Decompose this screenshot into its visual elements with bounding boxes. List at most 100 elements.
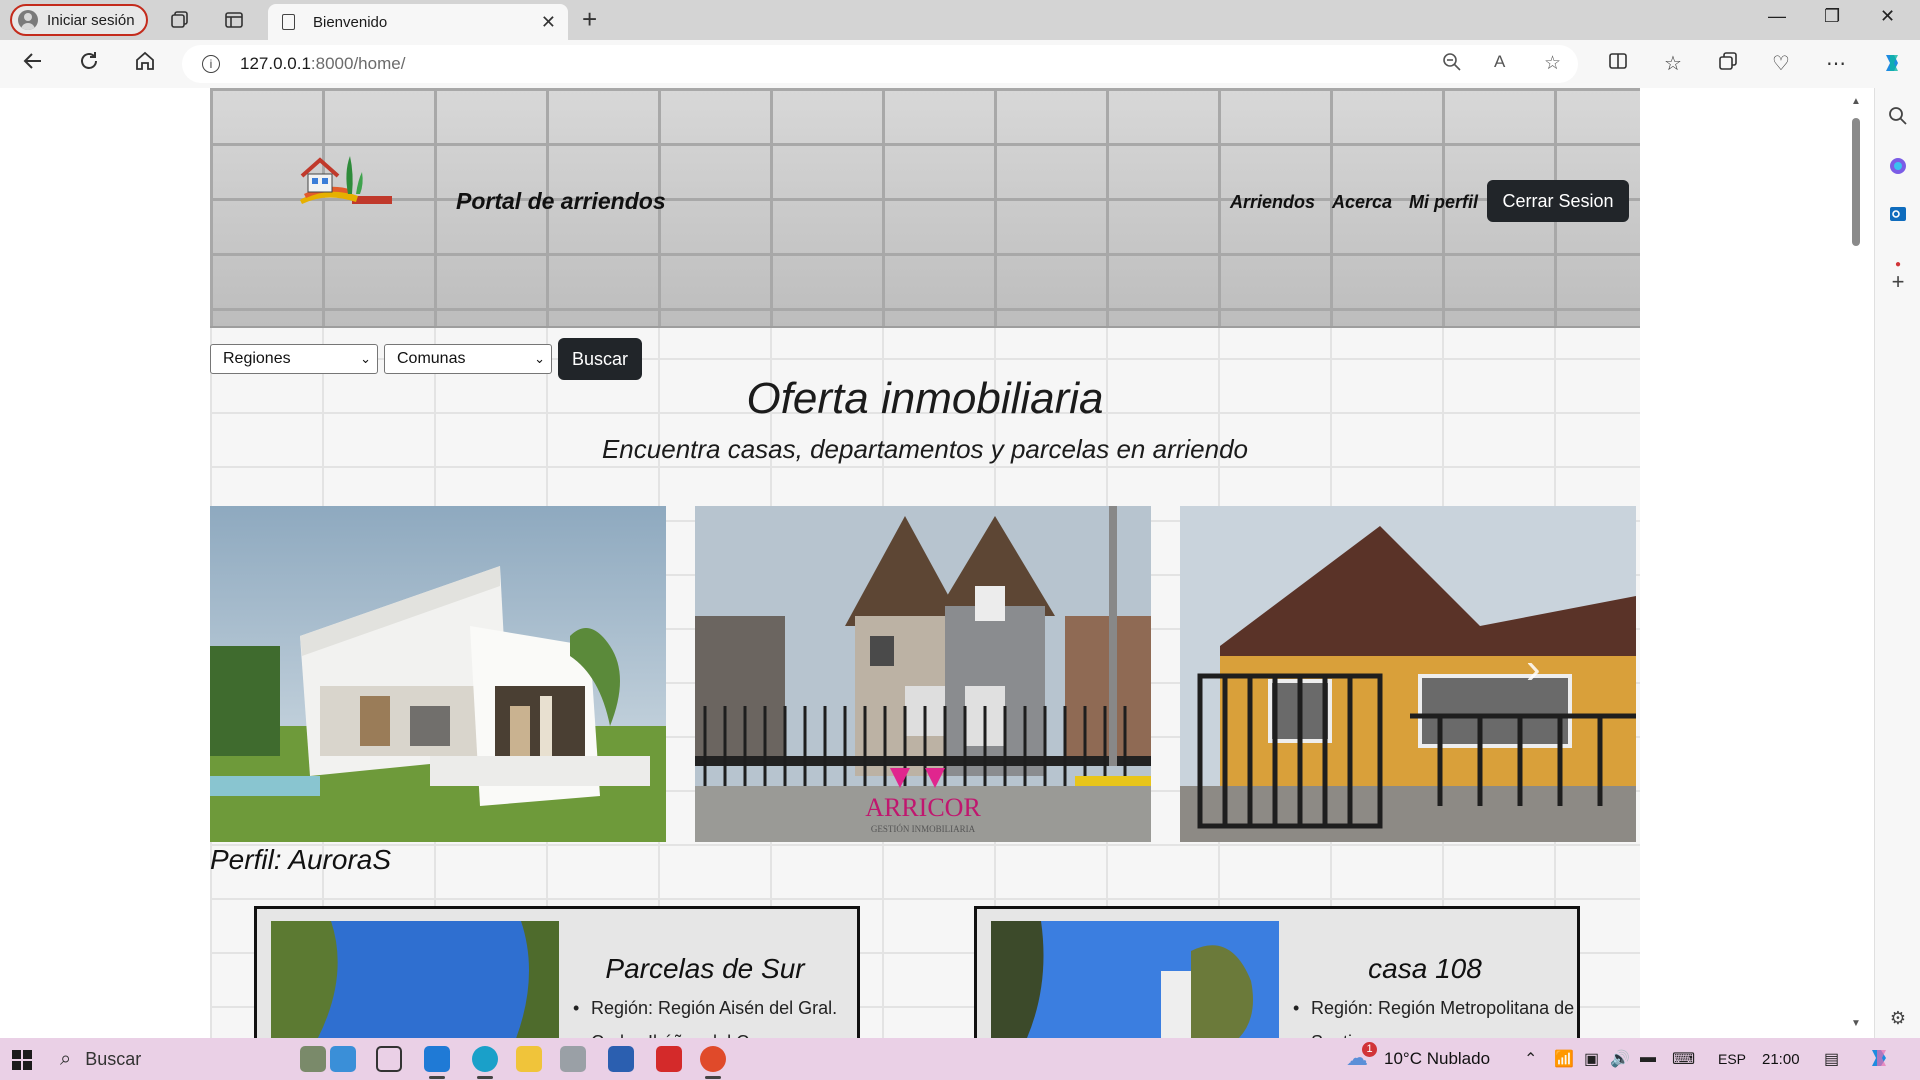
new-tab-icon[interactable]: + xyxy=(582,4,597,35)
keyboard-icon[interactable]: ⌨ xyxy=(1672,1049,1695,1069)
active-indicator xyxy=(705,1076,721,1079)
nav-link-acerca[interactable]: Acerca xyxy=(1332,192,1392,213)
close-window-icon[interactable]: ✕ xyxy=(1880,6,1895,27)
sidebar-settings-icon[interactable]: ⚙ xyxy=(1886,1006,1910,1030)
listing-title: casa 108 xyxy=(1368,953,1482,984)
url-path: :8000/home/ xyxy=(310,54,406,73)
site-title[interactable]: Portal de arriendos xyxy=(456,188,666,215)
browser-profile-button[interactable]: Iniciar sesión xyxy=(10,4,148,36)
minimize-icon[interactable]: — xyxy=(1768,6,1786,27)
page-heading: Oferta inmobiliaria xyxy=(746,374,1104,423)
volume-icon[interactable]: 🔊 xyxy=(1610,1049,1630,1069)
browser-address-bar: i 127.0.0.1:8000/home/ A ☆ ☆ ♡ ⋯ xyxy=(0,40,1920,88)
property-carousel: ARRICOR GESTIÓN INMOBILIARIA › xyxy=(210,506,1640,842)
sidebar-add-icon[interactable]: + xyxy=(1886,269,1910,294)
home-icon[interactable] xyxy=(134,50,156,78)
reload-icon[interactable] xyxy=(78,50,100,78)
file-explorer-icon[interactable] xyxy=(516,1046,542,1072)
taskbar-search[interactable]: ⌕ Buscar xyxy=(50,1042,340,1076)
tab-close-icon[interactable]: ✕ xyxy=(541,12,556,33)
logout-button[interactable]: Cerrar Sesion xyxy=(1487,180,1629,222)
listing-card[interactable]: casa 108 Región: Región Metropolitana de… xyxy=(974,906,1580,1038)
input-language[interactable]: ESP xyxy=(1718,1051,1746,1067)
sidebar-outlook-icon[interactable] xyxy=(1886,202,1910,226)
chevron-down-icon: ⌄ xyxy=(534,351,545,366)
tab-title: Bienvenido xyxy=(313,13,388,31)
site-info-icon[interactable]: i xyxy=(202,55,220,73)
tab-bienvenido[interactable]: Bienvenido ✕ xyxy=(268,4,568,40)
split-screen-icon[interactable] xyxy=(1608,51,1628,77)
collections-icon[interactable] xyxy=(1718,51,1738,77)
network-icon[interactable]: 📶 xyxy=(1554,1049,1574,1069)
copilot-icon[interactable] xyxy=(1880,51,1904,81)
workspaces-icon[interactable] xyxy=(168,8,192,32)
battery-icon[interactable]: ▬ xyxy=(1640,1049,1656,1067)
browser-essentials-icon[interactable]: ♡ xyxy=(1772,51,1790,76)
profile-username: Perfil: AuroraS xyxy=(210,844,392,875)
active-indicator xyxy=(429,1076,445,1079)
carousel-image-two-story-house: ARRICOR GESTIÓN INMOBILIARIA xyxy=(695,506,1151,842)
favorites-icon[interactable]: ☆ xyxy=(1664,51,1682,76)
listing-image[interactable] xyxy=(991,921,1279,1038)
url-field[interactable]: i 127.0.0.1:8000/home/ xyxy=(182,45,1578,83)
phone-link-icon[interactable]: ▣ xyxy=(1584,1049,1599,1069)
weather-badge: 1 xyxy=(1362,1042,1377,1057)
listing-details: Región: Región Aisén del Gral. Carlos Ib… xyxy=(573,991,863,1038)
profile-label: Iniciar sesión xyxy=(47,11,135,29)
store-icon[interactable] xyxy=(608,1046,634,1072)
page-viewport: Portal de arriendos Arriendos Acerca Mi … xyxy=(0,88,1874,1038)
search-icon: ⌕ xyxy=(60,1047,72,1070)
read-aloud-icon[interactable]: A xyxy=(1494,52,1505,72)
restore-icon[interactable]: ❐ xyxy=(1824,6,1840,27)
sidebar-search-icon[interactable] xyxy=(1886,104,1910,128)
maps-app-icon[interactable] xyxy=(330,1046,356,1072)
site-header: Portal de arriendos Arriendos Acerca Mi … xyxy=(210,88,1640,328)
listing-region: Región: Región Metropolitana de Santiago xyxy=(1293,991,1583,1038)
carousel-next-icon[interactable]: › xyxy=(1526,644,1541,694)
edge-sidebar: ● + ⚙ xyxy=(1874,88,1920,1038)
nav-link-mi-perfil[interactable]: Mi perfil xyxy=(1409,192,1478,213)
site-logo[interactable] xyxy=(296,154,392,210)
widgets-icon[interactable] xyxy=(300,1046,326,1072)
zoom-out-icon[interactable] xyxy=(1442,52,1462,78)
comuna-select[interactable]: Comunas ⌄ xyxy=(384,344,552,374)
page-container: Portal de arriendos Arriendos Acerca Mi … xyxy=(210,88,1640,1038)
arricor-watermark: ARRICOR xyxy=(865,793,981,822)
nav-link-arriendos[interactable]: Arriendos xyxy=(1230,192,1315,213)
task-view-icon[interactable] xyxy=(376,1046,402,1072)
copilot-taskbar-icon[interactable] xyxy=(1866,1045,1892,1076)
favorite-star-icon[interactable]: ☆ xyxy=(1544,52,1561,75)
scroll-up-icon[interactable]: ▲ xyxy=(1851,96,1861,107)
listing-title: Parcelas de Sur xyxy=(605,953,805,984)
sidebar-copilot-icon[interactable] xyxy=(1886,154,1910,178)
page-subheading: Encuentra casas, departamentos y parcela… xyxy=(601,434,1249,464)
windows-start-icon[interactable] xyxy=(12,1050,32,1070)
chrome-icon[interactable] xyxy=(700,1046,726,1072)
printer-app-icon[interactable] xyxy=(560,1046,586,1072)
notifications-icon[interactable]: ▤ xyxy=(1824,1049,1839,1069)
acrobat-icon[interactable] xyxy=(656,1046,682,1072)
listing-image[interactable] xyxy=(271,921,559,1038)
chevron-down-icon: ⌄ xyxy=(360,351,371,366)
page-scrollbar[interactable]: ▲ ▼ xyxy=(1850,96,1862,1030)
scrollbar-thumb[interactable] xyxy=(1852,118,1860,246)
weather-text[interactable]: 10°C Nublado xyxy=(1384,1049,1490,1069)
arricor-watermark-sub: GESTIÓN INMOBILIARIA xyxy=(871,824,976,834)
vscode-icon[interactable] xyxy=(424,1046,450,1072)
clock-time[interactable]: 21:00 xyxy=(1762,1051,1800,1068)
carousel-image-modern-house xyxy=(210,506,666,842)
taskbar-search-label: Buscar xyxy=(85,1048,142,1069)
region-select-value: Regiones xyxy=(223,350,291,367)
carousel-image-yellow-house xyxy=(1180,506,1636,842)
listing-card[interactable]: Parcelas de Sur Región: Región Aisén del… xyxy=(254,906,860,1038)
scroll-down-icon[interactable]: ▼ xyxy=(1851,1018,1861,1029)
more-menu-icon[interactable]: ⋯ xyxy=(1826,51,1846,76)
chevron-up-icon[interactable]: ⌃ xyxy=(1524,1049,1537,1069)
edge-icon[interactable] xyxy=(472,1046,498,1072)
tab-actions-icon[interactable] xyxy=(222,8,246,32)
browser-tab-bar: Iniciar sesión Bienvenido ✕ + — ❐ ✕ xyxy=(0,0,1920,40)
active-indicator xyxy=(477,1076,493,1079)
region-select[interactable]: Regiones ⌄ xyxy=(210,344,378,374)
user-avatar-icon xyxy=(18,10,38,30)
back-arrow-icon[interactable] xyxy=(22,50,44,78)
